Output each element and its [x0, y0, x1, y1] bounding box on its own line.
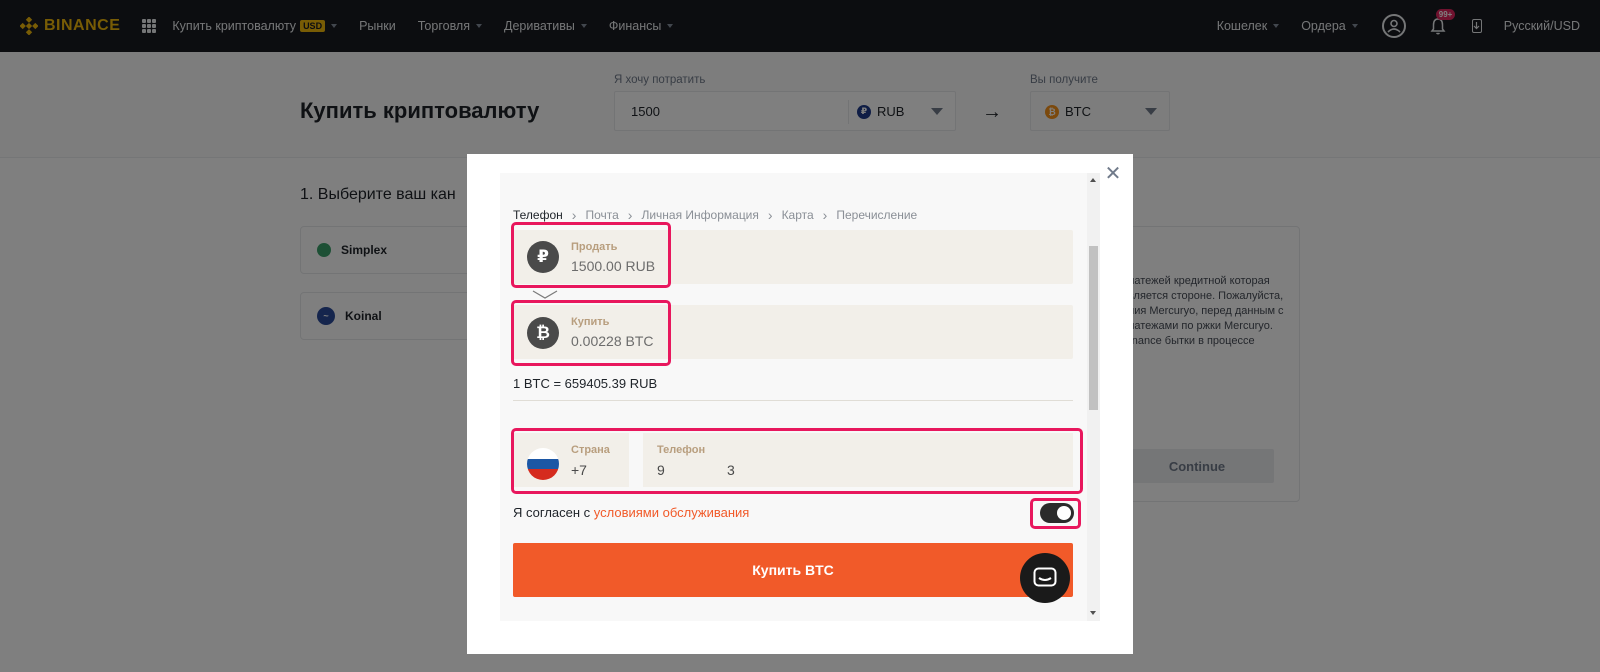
breadcrumb-email: Почта — [585, 208, 619, 222]
sell-highlight-box — [511, 222, 671, 288]
chat-support-button[interactable] — [1020, 553, 1070, 603]
close-icon[interactable]: ✕ — [1103, 164, 1123, 184]
terms-agreement-text: Я согласен с — [513, 505, 594, 520]
buy-highlight-box — [511, 300, 671, 366]
buy-btc-button[interactable]: Купить BTC — [513, 543, 1073, 597]
breadcrumb-personal-info: Личная Информация — [641, 208, 759, 222]
scroll-up-icon[interactable] — [1090, 178, 1096, 182]
chevron-down-icon — [532, 290, 558, 299]
terms-agreement: Я согласен с условиями обслуживания — [513, 505, 749, 520]
terms-link[interactable]: условиями обслуживания — [594, 505, 750, 520]
chat-icon — [1033, 567, 1057, 587]
breadcrumb-transfer: Перечисление — [836, 208, 918, 222]
breadcrumb-phone: Телефон — [513, 208, 563, 222]
breadcrumb-card: Карта — [781, 208, 814, 222]
chevron-right-icon: › — [627, 207, 633, 223]
chevron-right-icon: › — [822, 207, 828, 223]
chevron-right-icon: › — [571, 207, 577, 223]
divider — [513, 400, 1073, 401]
exchange-rate: 1 BTC = 659405.39 RUB — [513, 376, 658, 391]
toggle-highlight-box — [1030, 498, 1081, 529]
scroll-down-icon[interactable] — [1090, 611, 1096, 615]
chevron-right-icon: › — [767, 207, 773, 223]
phone-highlight-box — [511, 428, 1083, 494]
scrollbar-thumb[interactable] — [1089, 246, 1098, 410]
breadcrumb: Телефон › Почта › Личная Информация › Ка… — [513, 207, 917, 223]
